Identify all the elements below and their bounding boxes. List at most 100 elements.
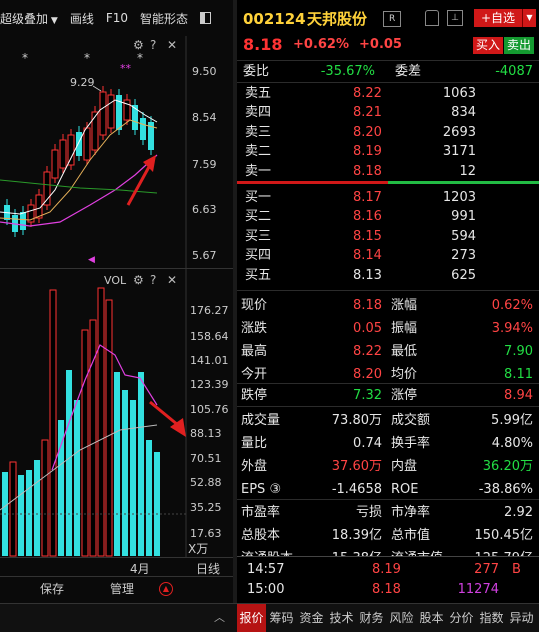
tick-price: 8.19 [372, 562, 401, 577]
settings-icon: ⚙ [133, 38, 144, 52]
tick-time: 14:57 [247, 562, 285, 577]
caret-down-icon: ▼ [48, 15, 58, 26]
tab-6[interactable]: 股本 [417, 604, 446, 632]
volume-tick: 105.76 [190, 403, 229, 416]
volume-tick: 123.39 [190, 378, 229, 391]
indicator-overlay-dropdown[interactable]: 超级叠加 ▼ [0, 10, 58, 27]
volume-bar [34, 460, 40, 556]
candle [91, 111, 99, 151]
tab-4[interactable]: 财务 [357, 604, 386, 632]
collapse-up-icon[interactable]: ▲ [159, 582, 173, 596]
tab-0[interactable]: 报价 [237, 604, 266, 632]
month-label: 4月 [130, 562, 150, 576]
save-button[interactable]: 保存 [40, 580, 64, 597]
daily-period-button[interactable]: 日线 [196, 560, 220, 577]
volume-bar [138, 372, 144, 556]
candle [140, 118, 146, 140]
candle [67, 134, 75, 166]
star-marker-icon: * [137, 51, 143, 65]
candle [20, 212, 26, 230]
stat-label: 流通股本 [241, 549, 293, 556]
stat-label: 流通市值 [391, 549, 443, 556]
quote-panel: 002124 天邦股份 R ⊥ +自选 ▼ 8.18 +0.62% +0.05 … [237, 0, 539, 603]
volume-tick: 17.63 [190, 527, 222, 540]
candle [59, 139, 67, 169]
panel-toggle-icon[interactable] [200, 12, 212, 24]
tick-row: 15:00 8.18 11274 [237, 580, 539, 599]
volume-bar [26, 470, 32, 556]
volume-tick: 35.25 [190, 501, 222, 514]
volume-bar [146, 440, 152, 556]
ma-line-green [0, 179, 158, 194]
volume-chart[interactable]: VOL ⚙ ? ✕ 176.27 158.64 141.01 123.39 10… [0, 269, 233, 557]
price-tick: 8.54 [192, 111, 217, 124]
stat-value: 150.45亿 [474, 528, 534, 543]
draw-line-button[interactable]: 画线 [70, 10, 94, 27]
volume-bar [9, 461, 17, 557]
close-icon: ✕ [167, 38, 177, 52]
price-tick: 7.59 [192, 158, 217, 171]
volume-bar [130, 400, 136, 556]
candle [107, 94, 115, 129]
help-icon: ? [150, 273, 156, 287]
stat-label: 总市值 [391, 528, 431, 543]
volume-bar [154, 452, 160, 556]
tab-9[interactable]: 异动 [507, 604, 536, 632]
help-icon: ? [150, 38, 156, 52]
tick-time: 15:00 [247, 582, 285, 597]
tab-8[interactable]: 指数 [477, 604, 506, 632]
stat-row: 总股本 18.39亿 总市值 150.45亿 [237, 526, 539, 545]
settings-icon: ⚙ [133, 273, 144, 287]
tab-1[interactable]: 筹码 [267, 604, 296, 632]
smart-pattern-button[interactable]: 智能形态 [140, 10, 188, 27]
close-icon: ✕ [167, 273, 177, 287]
tick-side: B [512, 562, 521, 577]
signal-marker-icon: ** [120, 62, 132, 75]
stat-label: 总股本 [241, 528, 281, 543]
candle [76, 132, 82, 156]
price-tick: 9.50 [192, 65, 217, 78]
stat-row: 市盈率 亏损 市净率 2.92 [237, 503, 539, 522]
volume-title: VOL [104, 274, 127, 287]
tab-2[interactable]: 资金 [297, 604, 326, 632]
tab-3[interactable]: 技术 [327, 604, 356, 632]
volume-bar [97, 287, 105, 557]
tab-5[interactable]: 风险 [387, 604, 416, 632]
tab-7[interactable]: 分价 [447, 604, 476, 632]
volume-tick: 176.27 [190, 304, 229, 317]
stat-value: 125.79亿 [475, 549, 534, 556]
scroll-up-icon[interactable]: ︿ [214, 604, 225, 632]
tick-volume: 277 [474, 562, 499, 577]
volume-unit: X万 [188, 542, 208, 556]
kline-chart[interactable]: * * * ** 9.29 ⚙ ? ✕ ◀ 9.50 8.54 7.59 6.6… [0, 36, 233, 268]
marker-triangle-icon: ◀ [88, 255, 95, 265]
stat-row: 流通股本 15.38亿 流通市值 125.79亿 [237, 549, 539, 556]
volume-tick: 70.51 [190, 452, 222, 465]
price-tick: 6.63 [192, 203, 217, 216]
price-tick: 5.67 [192, 249, 217, 262]
star-marker-icon: * [84, 51, 90, 65]
kline-high-label: 9.29 [70, 76, 95, 89]
annotation-arrowhead-icon [143, 155, 156, 172]
stat-value: 15.38亿 [332, 549, 382, 556]
stat-value: 2.92 [504, 505, 533, 520]
annotation-arrow-icon [149, 400, 179, 427]
stat-label: 市盈率 [241, 505, 281, 520]
chart-toolbar: 超级叠加 ▼ 画线 F10 智能形态 [0, 0, 233, 36]
stat-label: 市净率 [391, 505, 431, 520]
tick-price: 8.18 [372, 582, 401, 597]
volume-bar [66, 370, 72, 556]
tick-row: 14:57 8.19 277 B [237, 560, 539, 579]
volume-tick: 52.88 [190, 476, 222, 489]
bottom-tab-bar: ︿ 报价 筹码 资金 技术 财务 风险 股本 分价 指数 异动 [0, 603, 539, 632]
f10-button[interactable]: F10 [106, 11, 128, 25]
volume-bar [122, 390, 128, 556]
volume-bar [105, 299, 113, 557]
volume-bar [41, 439, 49, 557]
manage-button[interactable]: 管理 [110, 580, 134, 597]
stat-value: 亏损 [355, 505, 382, 520]
candle [99, 91, 107, 136]
volume-tick: 141.01 [190, 354, 229, 367]
volume-bar [74, 400, 80, 556]
chart-panel: 超级叠加 ▼ 画线 F10 智能形态 * * * ** 9.29 ⚙ ? ✕ ◀… [0, 0, 233, 603]
